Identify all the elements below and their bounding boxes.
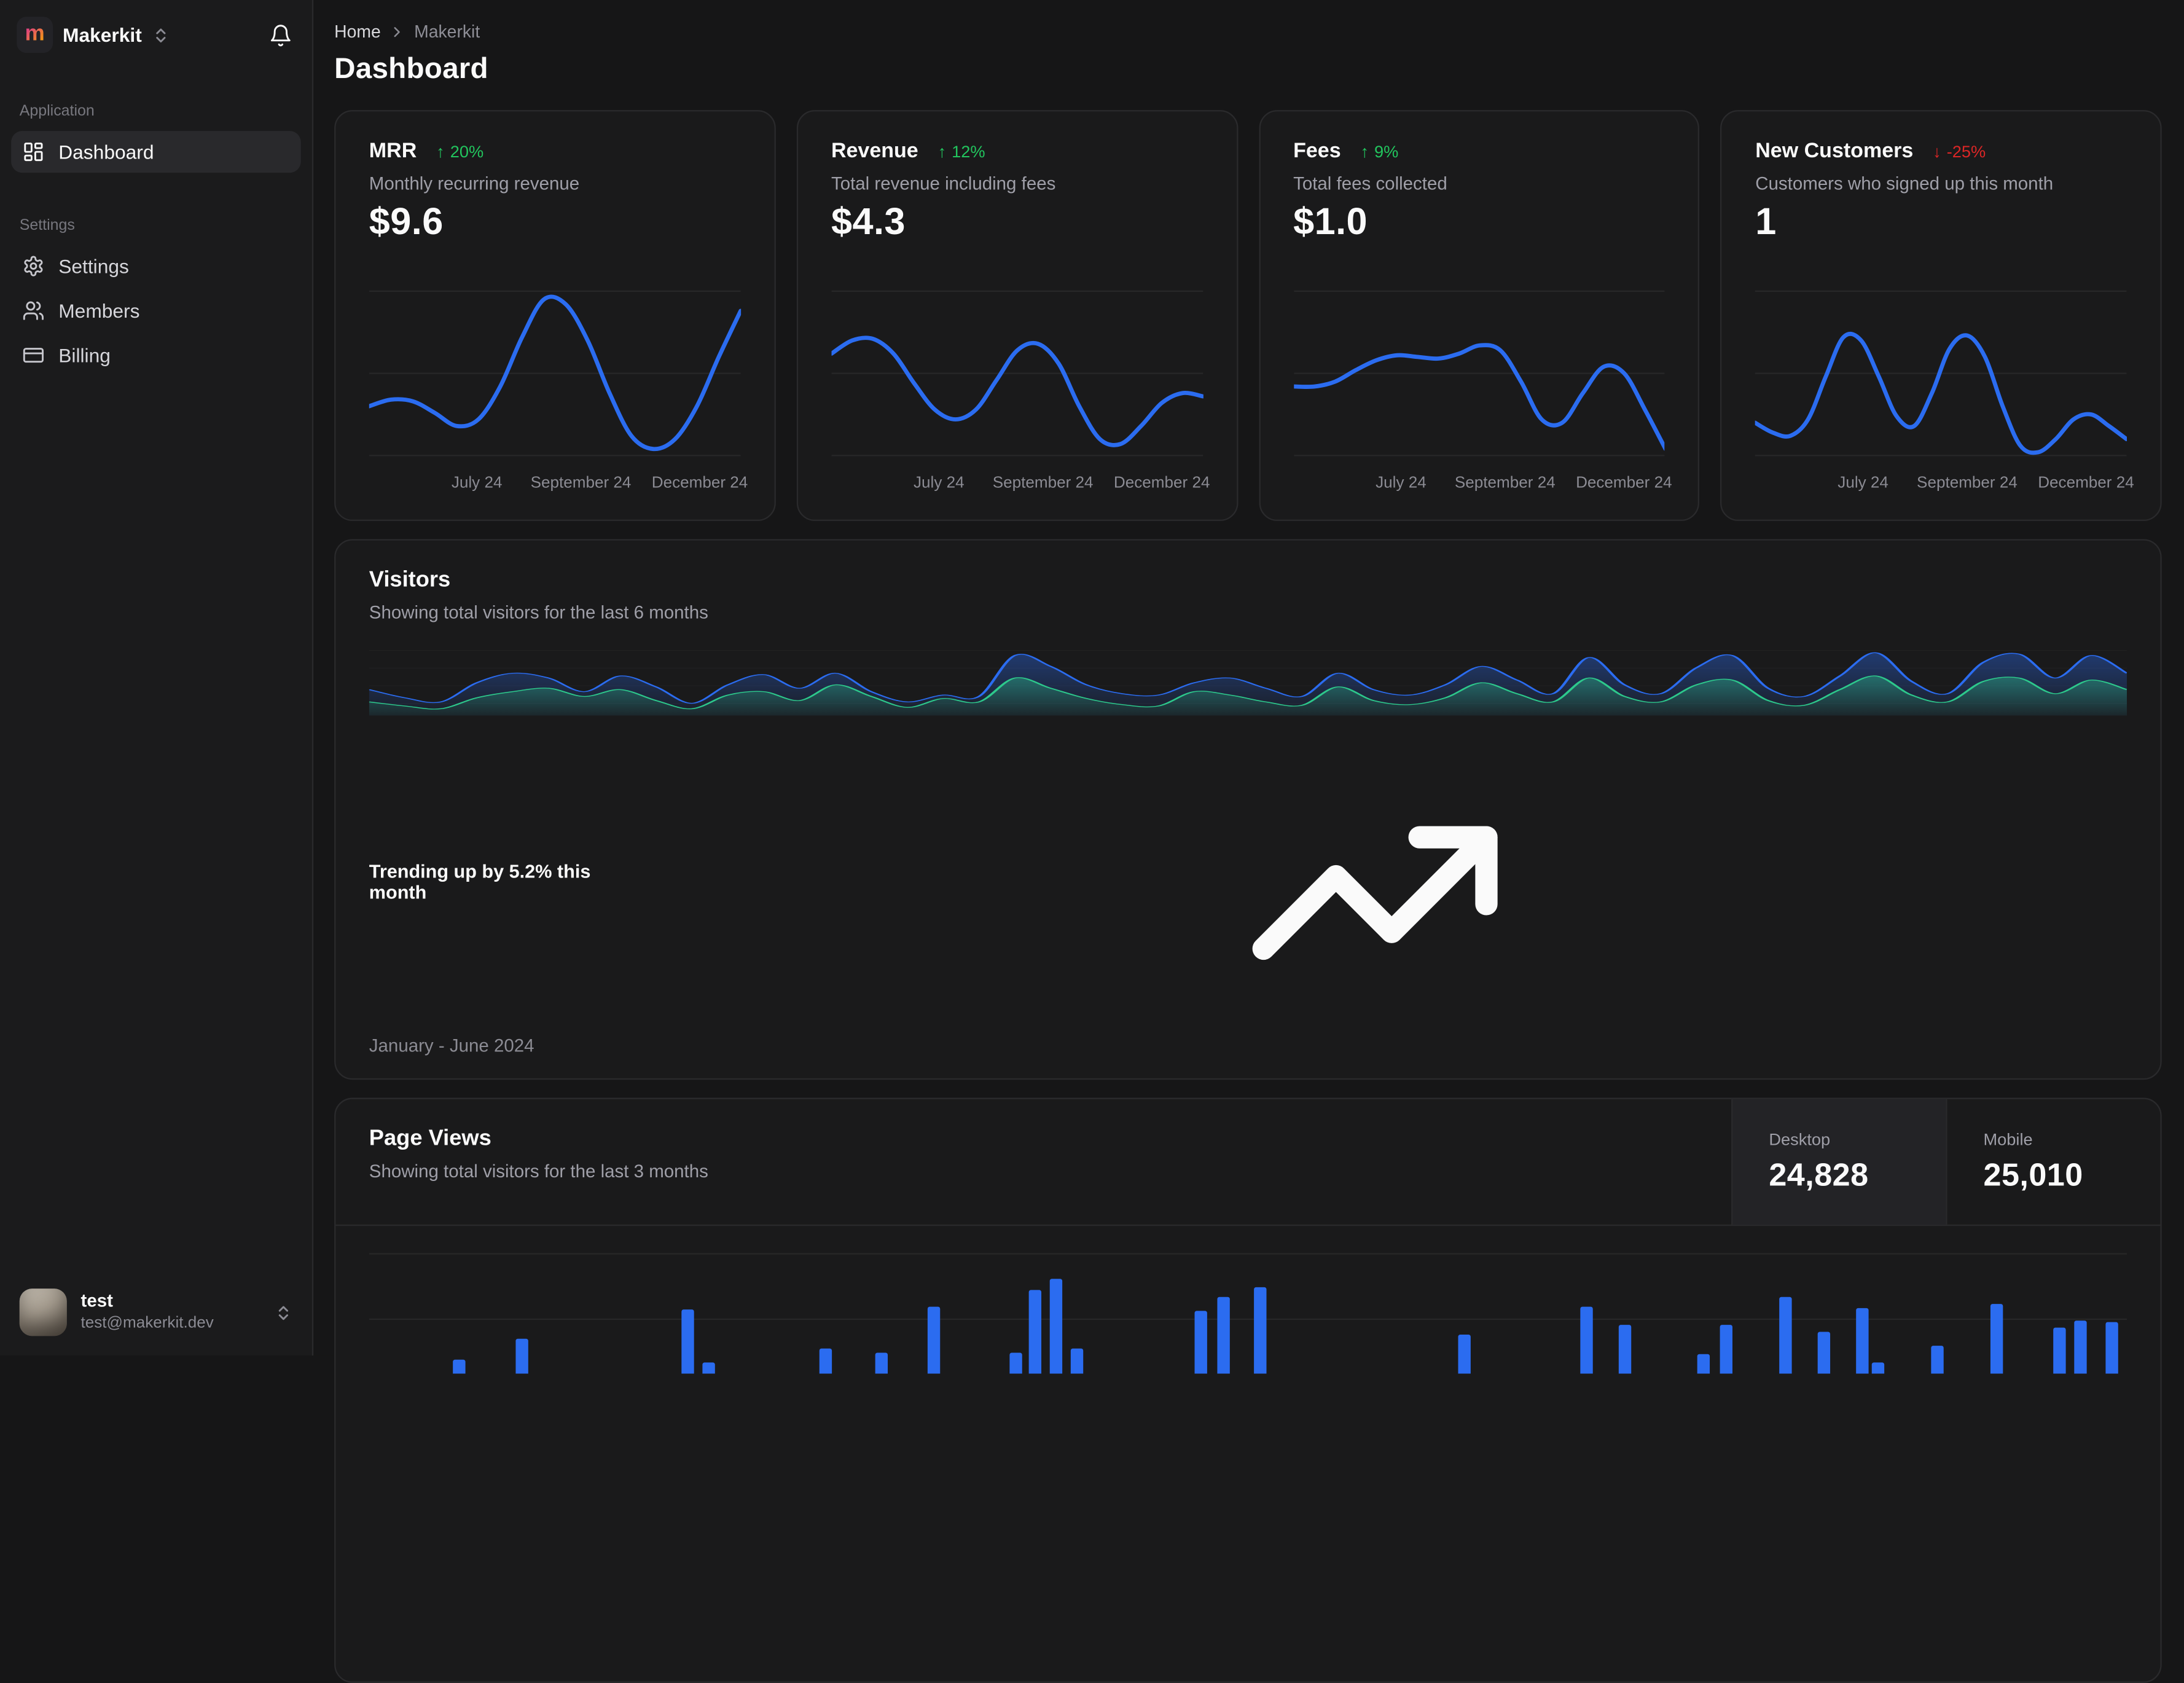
main-content: Home Makerkit Dashboard MRR ↑ 20% Monthly… xyxy=(315,0,2184,1683)
toggle-desktop[interactable]: Desktop 24,828 xyxy=(1731,1099,1946,1225)
notifications-button[interactable] xyxy=(266,20,296,50)
trend-badge: ↑ 9% xyxy=(1360,141,1399,161)
page-views-title: Page Views xyxy=(369,1127,491,1151)
breadcrumb: Home Makerkit xyxy=(334,20,2162,44)
stat-card-revenue: Revenue ↑ 12% Total revenue including fee… xyxy=(796,110,1238,521)
axis-tick: December 24 xyxy=(1576,475,1672,492)
stat-subtitle: Total fees collected xyxy=(1293,173,1447,194)
visitors-subtitle: Showing total visitors for the last 6 mo… xyxy=(369,602,708,623)
sidebar-nav-settings: Settings Members Billing xyxy=(0,245,312,376)
stat-subtitle: Monthly recurring revenue xyxy=(369,173,580,194)
stat-card-new-customers: New Customers ↓ -25% Customers who signed… xyxy=(1720,110,2162,521)
visitors-title: Visitors xyxy=(369,568,451,592)
user-menu[interactable]: test test@makerkit.dev xyxy=(14,1283,299,1341)
app-root: m Makerkit Application Dashboard Setting… xyxy=(0,0,2184,1683)
chevrons-up-down-icon xyxy=(155,28,166,42)
dashboard-icon xyxy=(24,143,43,162)
stat-subtitle: Total revenue including fees xyxy=(831,173,1056,194)
stat-title: Revenue xyxy=(831,139,918,163)
visitors-trend-text: Trending up by 5.2% this month xyxy=(369,861,591,903)
sidebar-section-settings: Settings xyxy=(19,217,75,234)
axis-tick: July 24 xyxy=(451,475,503,492)
page-views-series-toggles: Desktop 24,828 Mobile 25,010 xyxy=(1731,1099,2160,1225)
visitors-area-chart xyxy=(369,650,2127,716)
sidebar-nav-application: Dashboard xyxy=(0,131,312,173)
axis-tick: September 24 xyxy=(992,475,1094,492)
sidebar-item-billing[interactable]: Billing xyxy=(11,334,301,376)
chevron-right-icon xyxy=(394,26,401,37)
axis-tick: July 24 xyxy=(1838,475,1888,492)
axis-tick: September 24 xyxy=(1454,475,1556,492)
sidebar-item-members[interactable]: Members xyxy=(11,290,301,332)
trend-badge: ↑ 20% xyxy=(436,141,484,161)
page-views-card: Page Views Showing total visitors for th… xyxy=(334,1097,2162,1683)
user-email: test@makerkit.dev xyxy=(80,1314,214,1332)
bell-icon xyxy=(270,24,291,46)
gear-icon xyxy=(24,256,43,277)
mrr-sparkline-chart xyxy=(369,290,741,457)
breadcrumb-home[interactable]: Home xyxy=(334,22,381,41)
makerkit-logo: m xyxy=(17,17,53,53)
stat-title: Fees xyxy=(1293,139,1341,163)
stat-value: $4.3 xyxy=(831,200,906,243)
stat-subtitle: Customers who signed up this month xyxy=(1755,173,2054,194)
trend-badge: ↓ -25% xyxy=(1933,141,1986,161)
sidebar: m Makerkit Application Dashboard Setting… xyxy=(0,0,314,1355)
user-avatar xyxy=(19,1289,67,1336)
stat-card-mrr: MRR ↑ 20% Monthly recurring revenue $9.6 … xyxy=(334,110,776,521)
user-name: test xyxy=(80,1290,113,1312)
chevrons-up-down-icon xyxy=(278,1305,288,1320)
credit-card-icon xyxy=(23,348,44,363)
stat-value: 1 xyxy=(1755,200,1777,243)
axis-tick: December 24 xyxy=(651,475,748,492)
fees-sparkline-chart xyxy=(1293,290,1665,457)
arrow-down-icon: ↓ xyxy=(1933,141,1941,161)
users-icon xyxy=(23,301,44,320)
arrow-up-icon: ↑ xyxy=(436,141,445,161)
page-views-bar-chart xyxy=(369,1253,2127,1374)
stat-value: $1.0 xyxy=(1293,200,1368,243)
axis-tick: December 24 xyxy=(2038,475,2134,492)
arrow-up-icon: ↑ xyxy=(1360,141,1369,161)
arrow-up-icon: ↑ xyxy=(937,141,947,161)
new-customers-sparkline-chart xyxy=(1755,290,2127,457)
page-views-subtitle: Showing total visitors for the last 3 mo… xyxy=(369,1160,708,1182)
sidebar-item-dashboard[interactable]: Dashboard xyxy=(11,131,301,173)
trending-up-icon xyxy=(1251,826,1497,960)
axis-tick: December 24 xyxy=(1113,475,1210,492)
stat-card-fees: Fees ↑ 9% Total fees collected $1.0 July … xyxy=(1258,110,1700,521)
axis-tick: July 24 xyxy=(1376,475,1427,492)
sidebar-section-application: Application xyxy=(19,103,95,120)
stat-title: New Customers xyxy=(1755,139,1914,163)
workspace-switcher[interactable]: m Makerkit xyxy=(17,17,170,53)
axis-tick: September 24 xyxy=(1917,475,2018,492)
visitors-card: Visitors Showing total visitors for the … xyxy=(334,539,2162,1080)
breadcrumb-current: Makerkit xyxy=(414,22,480,41)
axis-tick: September 24 xyxy=(530,475,632,492)
axis-tick: July 24 xyxy=(913,475,965,492)
stat-title: MRR xyxy=(369,139,417,163)
toggle-mobile[interactable]: Mobile 25,010 xyxy=(1946,1099,2160,1225)
trend-badge: ↑ 12% xyxy=(937,141,985,161)
page-title: Dashboard xyxy=(334,53,488,85)
revenue-sparkline-chart xyxy=(831,290,1203,457)
sidebar-item-settings[interactable]: Settings xyxy=(11,245,301,287)
visitors-range-text: January - June 2024 xyxy=(369,1035,534,1056)
stat-cards-row: MRR ↑ 20% Monthly recurring revenue $9.6 … xyxy=(334,110,2162,521)
workspace-name: Makerkit xyxy=(63,23,142,46)
stat-value: $9.6 xyxy=(369,200,444,243)
